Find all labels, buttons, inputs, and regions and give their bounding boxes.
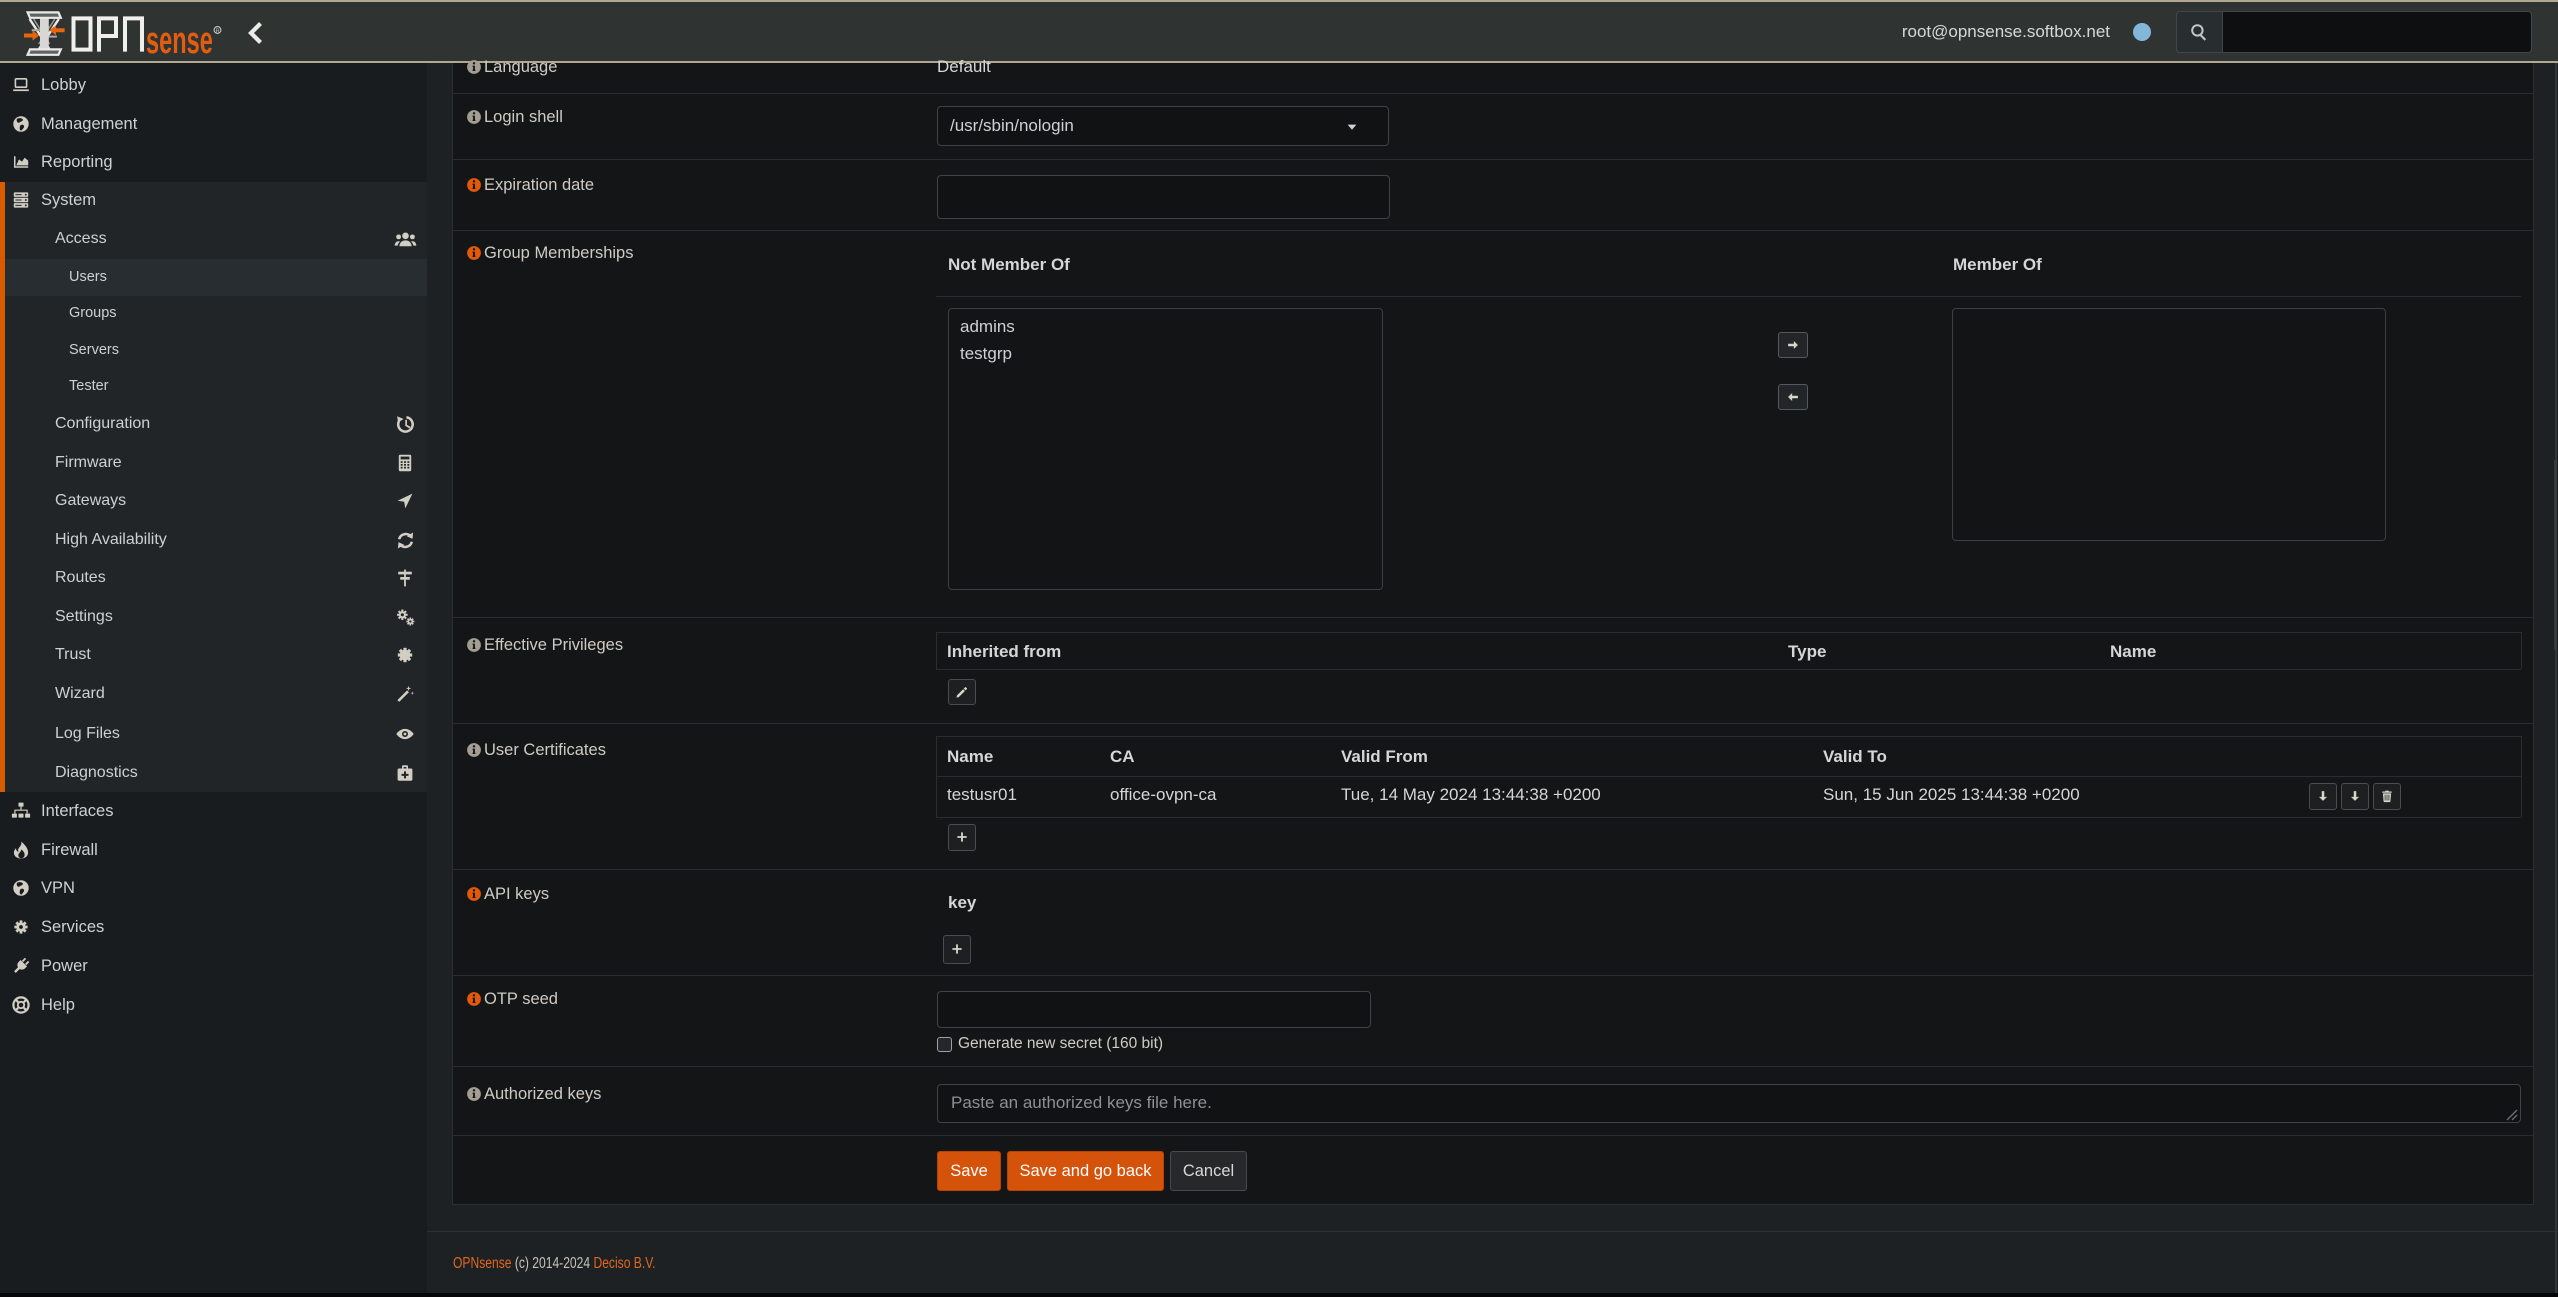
svg-text:R: R (216, 28, 220, 34)
svg-text:sense: sense (146, 18, 213, 59)
